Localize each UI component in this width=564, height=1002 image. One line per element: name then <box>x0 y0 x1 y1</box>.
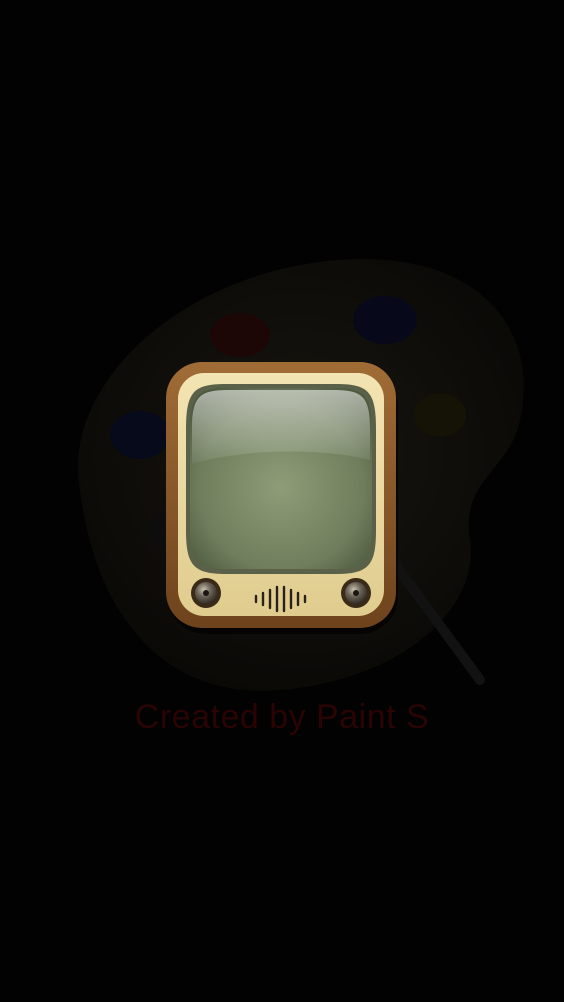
splash-screen: Created by Paint S <box>0 0 564 1002</box>
created-by-watermark: Created by Paint S <box>134 698 430 736</box>
youtube-tv-icon[interactable] <box>164 360 400 636</box>
